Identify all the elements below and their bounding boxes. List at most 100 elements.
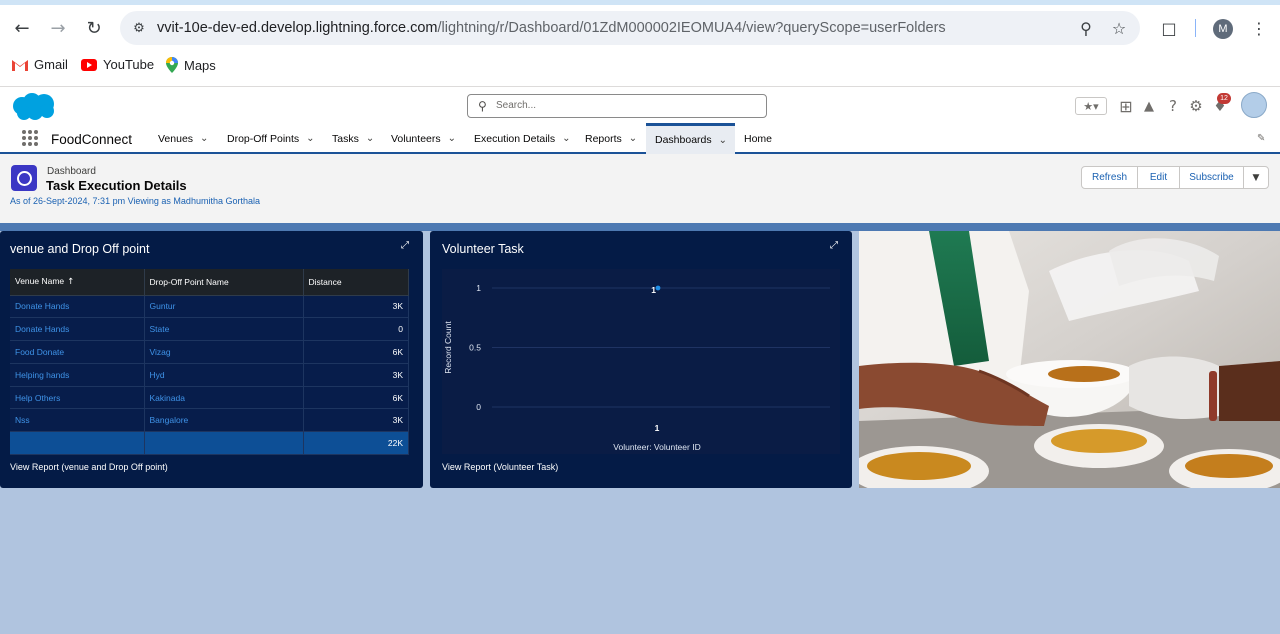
expand-icon[interactable]: ⤢ xyxy=(401,240,413,252)
chevron-down-icon[interactable]: ⌄ xyxy=(200,133,208,144)
drop-off-link[interactable]: State xyxy=(144,317,304,342)
chevron-down-icon[interactable]: ⌄ xyxy=(448,133,456,144)
dashboard-header: Dashboard Task Execution Details As of 2… xyxy=(0,154,1280,223)
nav-tab-label: Tasks xyxy=(332,132,359,145)
site-settings-icon[interactable]: ⚙ xyxy=(128,17,150,39)
drop-off-link[interactable]: Vizag xyxy=(144,340,304,364)
distance-value: 3K xyxy=(303,295,409,319)
toolbar-divider xyxy=(1195,19,1196,37)
user-avatar[interactable] xyxy=(1241,92,1267,118)
back-icon[interactable]: ← xyxy=(8,14,36,42)
distance-value: 0 xyxy=(303,317,409,342)
chevron-down-icon[interactable]: ⌄ xyxy=(366,133,374,144)
nav-tab-reports[interactable]: Reports ⌄ xyxy=(585,123,637,154)
nav-tab-label: Home xyxy=(744,132,773,145)
reload-icon[interactable]: ↻ xyxy=(80,14,108,42)
drop-off-link[interactable]: Kakinada xyxy=(144,386,304,410)
help-icon[interactable]: ? xyxy=(1164,97,1182,115)
table-row: Nss Bangalore 3K xyxy=(10,408,409,433)
chevron-down-icon[interactable]: ⌄ xyxy=(629,133,637,144)
global-search-input[interactable]: ⚲ Search... xyxy=(467,94,767,118)
nav-tab-drop-off-points[interactable]: Drop-Off Points ⌄ xyxy=(227,123,315,154)
drop-off-link[interactable]: Guntur xyxy=(144,295,304,319)
widget-title: venue and Drop Off point xyxy=(10,242,150,256)
column-header-label: Distance xyxy=(308,276,342,287)
table-total-row: 22K xyxy=(10,431,409,456)
nav-tab-venues[interactable]: Venues ⌄ xyxy=(158,123,208,154)
distance-total: 22K xyxy=(303,431,409,456)
food-donation-photo xyxy=(859,231,1280,488)
nav-tab-execution-details[interactable]: Execution Details ⌄ xyxy=(474,123,571,154)
scatter-chart: 1 0.5 0 Record Count 1 1 Volunteer: Volunteer … xyxy=(443,283,830,452)
table-header-row: Venue Name ↑ Drop-Off Point Name Distance xyxy=(10,269,409,296)
nav-tab-label: Dashboards xyxy=(655,134,712,146)
expand-icon[interactable]: ⤢ xyxy=(830,240,842,252)
youtube-icon xyxy=(81,58,97,71)
venue-link[interactable]: Donate Hands xyxy=(10,295,145,319)
nav-tab-tasks[interactable]: Tasks ⌄ xyxy=(332,123,374,154)
profile-avatar[interactable]: M xyxy=(1213,19,1233,39)
global-actions-icon[interactable]: ⊞ xyxy=(1117,97,1135,116)
address-bar[interactable]: ⚙ vvit-10e-dev-ed.develop.lightning.forc… xyxy=(120,11,1140,45)
y-tick-label: 0 xyxy=(476,402,481,412)
drop-off-link[interactable]: Bangalore xyxy=(144,408,304,433)
subscribe-button[interactable]: Subscribe xyxy=(1180,167,1244,188)
chevron-down-icon[interactable]: ⌄ xyxy=(562,133,570,144)
forward-icon[interactable]: → xyxy=(44,14,72,42)
maps-pin-icon xyxy=(166,57,178,73)
venue-link[interactable]: Help Others xyxy=(10,386,145,410)
column-header-drop-off[interactable]: Drop-Off Point Name xyxy=(144,269,304,296)
chevron-down-icon[interactable]: ⌄ xyxy=(306,133,314,144)
app-launcher-icon[interactable] xyxy=(22,130,38,146)
venue-link[interactable]: Helping hands xyxy=(10,363,145,387)
bookmark-label: YouTube xyxy=(103,57,155,72)
extensions-icon[interactable]: □ xyxy=(1158,17,1180,39)
favorites-star-icon[interactable]: ★▾ xyxy=(1075,97,1107,115)
venue-link[interactable]: Food Donate xyxy=(10,340,145,364)
salesforce-logo[interactable] xyxy=(11,92,56,122)
dashboard-button-group: Refresh Edit Subscribe ▼ xyxy=(1081,166,1269,189)
sort-up-icon[interactable]: ↑ xyxy=(67,277,74,287)
view-report-link[interactable]: View Report (Volunteer Task) xyxy=(442,462,558,472)
page-title: Task Execution Details xyxy=(46,178,187,193)
setup-gear-icon[interactable]: ⚙ xyxy=(1187,97,1205,115)
column-header-venue[interactable]: Venue Name ↑ xyxy=(10,269,145,296)
trailhead-icon[interactable]: ▲ xyxy=(1140,97,1158,115)
url-path: /lightning/r/Dashboard/01ZdM000002IEOMUA… xyxy=(437,20,946,36)
chart-widget: Volunteer Task ⤢ 1 0.5 0 Record Count 1 1 Volu… xyxy=(430,231,852,488)
url-text[interactable]: vvit-10e-dev-ed.develop.lightning.force.… xyxy=(157,20,946,36)
column-header-distance[interactable]: Distance xyxy=(303,269,409,296)
view-report-link[interactable]: View Report (venue and Drop Off point) xyxy=(10,462,168,472)
distance-value: 6K xyxy=(303,386,409,410)
column-header-label: Drop-Off Point Name xyxy=(149,276,229,287)
distance-value: 3K xyxy=(303,363,409,387)
bookmark-label: Maps xyxy=(184,57,216,73)
browser-menu-icon[interactable]: ⋮ xyxy=(1248,17,1270,39)
more-actions-chevron-icon[interactable]: ▼ xyxy=(1244,167,1268,188)
edit-nav-pencil-icon[interactable]: ✎ xyxy=(1257,133,1265,144)
bookmark-star-icon[interactable]: ☆ xyxy=(1108,17,1130,39)
venue-link[interactable]: Donate Hands xyxy=(10,317,145,342)
bookmark-gmail[interactable]: Gmail xyxy=(12,57,68,72)
widget-title: Volunteer Task xyxy=(442,242,524,256)
dashboard-canvas-band xyxy=(0,223,1280,231)
chevron-down-icon[interactable]: ⌄ xyxy=(719,135,727,146)
bookmark-label: Gmail xyxy=(34,57,68,72)
table-row: Helping hands Hyd 3K xyxy=(10,363,409,387)
table-row: Food Donate Vizag 6K xyxy=(10,340,409,364)
bookmark-youtube[interactable]: YouTube xyxy=(81,57,154,72)
drop-off-link[interactable]: Hyd xyxy=(144,363,304,387)
zoom-icon[interactable]: ⚲ xyxy=(1075,17,1097,39)
venue-link[interactable]: Nss xyxy=(10,408,145,433)
edit-button[interactable]: Edit xyxy=(1138,167,1180,188)
nav-tab-label: Execution Details xyxy=(474,132,556,145)
nav-tab-volunteers[interactable]: Volunteers ⌄ xyxy=(391,123,456,154)
nav-tab-home[interactable]: Home xyxy=(744,123,772,154)
url-domain: vvit-10e-dev-ed.develop.lightning.force.… xyxy=(157,20,438,36)
nav-tab-label: Reports xyxy=(585,132,622,145)
nav-tab-dashboards[interactable]: Dashboards ⌄ xyxy=(646,123,735,154)
bookmark-maps[interactable]: Maps xyxy=(166,57,216,73)
refresh-button[interactable]: Refresh xyxy=(1082,167,1138,188)
search-placeholder: Search... xyxy=(496,100,537,111)
gmail-icon xyxy=(12,59,28,71)
